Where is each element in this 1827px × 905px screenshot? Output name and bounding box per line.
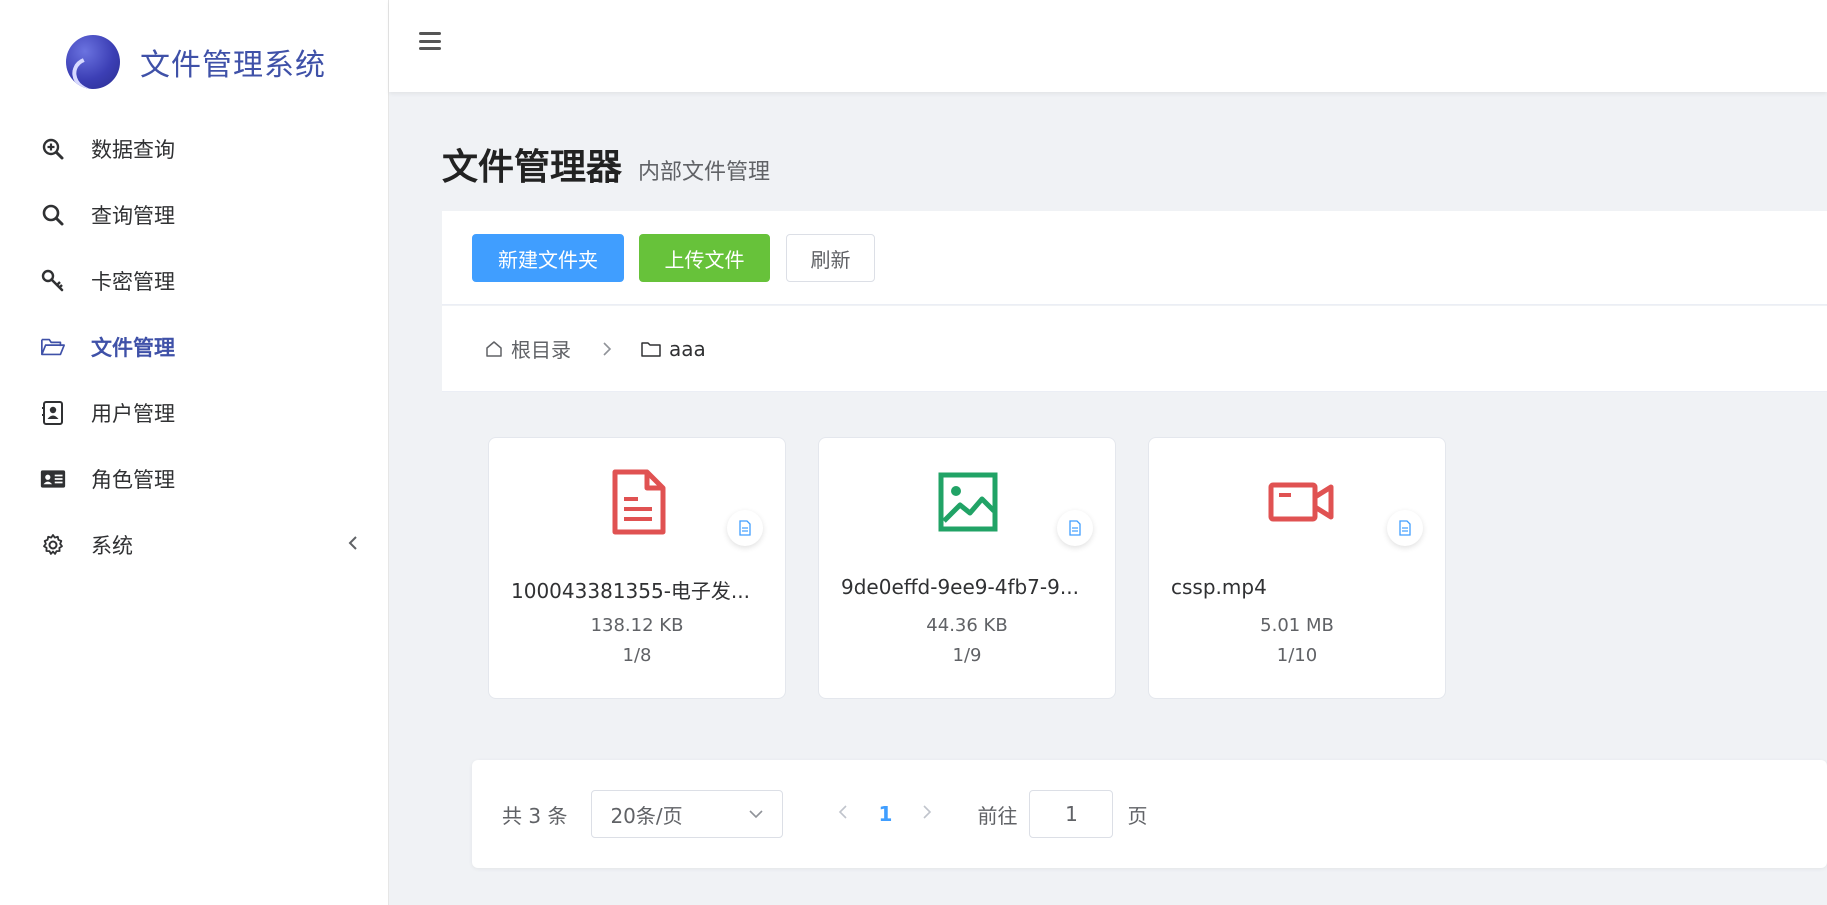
home-icon — [486, 340, 502, 357]
file-name: cssp.mp4 — [1171, 575, 1267, 599]
file-page: 1/8 — [622, 645, 652, 666]
chevron-right-icon — [923, 804, 932, 819]
file-name: 100043381355-电子发... — [511, 579, 750, 603]
file-info-icon[interactable] — [1387, 510, 1423, 546]
file-info-icon[interactable] — [1057, 510, 1093, 546]
gear-icon — [40, 532, 66, 558]
file-card[interactable]: 100043381355-电子发... 138.12 KB 1/8 — [488, 437, 786, 699]
breadcrumb-root-label: 根目录 — [511, 338, 571, 362]
file-name: 9de0effd-9ee9-4fb7-9... — [841, 575, 1079, 599]
file-info-icon[interactable] — [727, 510, 763, 546]
pagination: 共 3 条 20条/页 1 前往 页 — [472, 760, 1827, 868]
sidebar-item-label: 文件管理 — [91, 336, 175, 360]
file-size: 5.01 MB — [1260, 615, 1334, 636]
chevron-left-icon — [347, 534, 359, 557]
file-page: 1/9 — [952, 645, 982, 666]
sidebar-item-label: 用户管理 — [91, 402, 175, 426]
sidebar-item-role-manage[interactable]: 角色管理 — [0, 446, 389, 512]
chevron-down-icon — [749, 810, 764, 819]
file-size: 44.36 KB — [926, 615, 1008, 636]
page-size-select[interactable]: 20条/页 — [591, 790, 784, 838]
menu-toggle-icon[interactable] — [419, 32, 441, 50]
app-logo — [66, 35, 120, 89]
breadcrumb-current-label: aaa — [669, 336, 706, 361]
next-page-button[interactable] — [907, 804, 947, 825]
document-icon — [608, 469, 668, 535]
folder-open-icon — [40, 334, 66, 360]
file-card[interactable]: cssp.mp4 5.01 MB 1/10 — [1148, 437, 1446, 699]
page-size-value: 20条/页 — [610, 803, 683, 828]
file-card[interactable]: 9de0effd-9ee9-4fb7-9... 44.36 KB 1/9 — [818, 437, 1116, 699]
breadcrumb-current[interactable]: aaa — [641, 337, 706, 361]
sidebar: 文件管理系统 数据查询 查询管理 卡密管理 文件管理 用户管理 角色管理 系统 — [0, 0, 389, 905]
new-folder-button[interactable]: 新建文件夹 — [472, 234, 624, 282]
folder-icon — [641, 341, 661, 357]
page-number-1[interactable]: 1 — [863, 802, 907, 826]
toolbar: 新建文件夹 上传文件 刷新 — [442, 211, 1827, 305]
breadcrumb: 根目录 aaa — [442, 306, 1827, 392]
sidebar-item-system[interactable]: 系统 — [0, 512, 389, 578]
page-header: 文件管理器 内部文件管理 — [442, 138, 770, 190]
app-root: 文件管理系统 数据查询 查询管理 卡密管理 文件管理 用户管理 角色管理 系统 … — [0, 0, 1827, 905]
app-title: 文件管理系统 — [140, 48, 326, 83]
refresh-button[interactable]: 刷新 — [786, 234, 875, 282]
page-subtitle: 内部文件管理 — [638, 160, 771, 185]
chevron-left-icon — [839, 804, 848, 819]
image-icon — [938, 469, 998, 535]
sidebar-item-file-manage[interactable]: 文件管理 — [0, 314, 389, 380]
pagination-total: 共 3 条 — [502, 803, 568, 828]
breadcrumb-root[interactable]: 根目录 — [485, 334, 571, 363]
file-page: 1/10 — [1276, 645, 1318, 666]
search-icon — [40, 202, 66, 228]
prev-page-button[interactable] — [823, 804, 863, 825]
file-size: 138.12 KB — [590, 615, 684, 636]
upload-file-button[interactable]: 上传文件 — [639, 234, 770, 282]
user-contact-icon — [40, 400, 66, 426]
sidebar-item-user-manage[interactable]: 用户管理 — [0, 380, 389, 446]
sidebar-item-label: 数据查询 — [91, 138, 175, 162]
sidebar-item-label: 系统 — [91, 534, 133, 558]
sidebar-item-query-manage[interactable]: 查询管理 — [0, 182, 389, 248]
sidebar-item-label: 查询管理 — [91, 204, 175, 228]
id-card-icon — [40, 466, 66, 492]
brand[interactable]: 文件管理系统 — [66, 34, 326, 90]
topbar — [389, 0, 1827, 92]
chevron-right-icon — [601, 340, 613, 358]
sidebar-menu: 数据查询 查询管理 卡密管理 文件管理 用户管理 角色管理 系统 — [0, 116, 389, 578]
sidebar-item-label: 角色管理 — [91, 468, 175, 492]
file-grid: 100043381355-电子发... 138.12 KB 1/8 9de0ef… — [488, 437, 1478, 699]
sidebar-item-data-query[interactable]: 数据查询 — [0, 116, 389, 182]
file-manager-panel: 新建文件夹 上传文件 刷新 根目录 aaa 100043381355-电子发..… — [442, 211, 1827, 905]
goto-suffix: 页 — [1127, 803, 1148, 828]
key-icon — [40, 268, 66, 294]
zoom-in-icon — [40, 136, 66, 162]
video-icon — [1268, 469, 1334, 535]
sidebar-item-label: 卡密管理 — [91, 270, 175, 294]
goto-page-input[interactable] — [1029, 790, 1114, 838]
page-title: 文件管理器 — [442, 147, 623, 188]
goto-label: 前往 — [977, 803, 1018, 828]
sidebar-item-card-manage[interactable]: 卡密管理 — [0, 248, 389, 314]
